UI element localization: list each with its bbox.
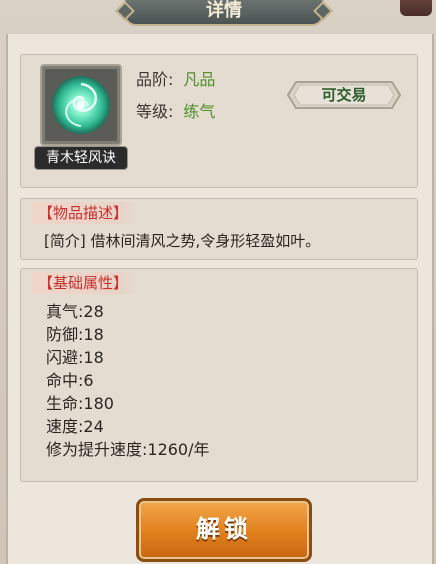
item-name: 青木轻风诀 (34, 146, 128, 170)
attributes-header: 【基础属性】 (32, 272, 140, 294)
attribute-row: 防御:18 (46, 325, 104, 344)
level-label: 等级: (136, 102, 174, 121)
level-value: 练气 (183, 102, 216, 121)
attribute-row: 修为提升速度:1260/年 (46, 440, 210, 459)
tradable-label: 可交易 (321, 86, 367, 104)
attribute-row: 真气:28 (46, 302, 104, 321)
grade-label: 品阶: (136, 70, 174, 89)
level-row: 等级: 练气 (136, 98, 215, 122)
close-button[interactable] (400, 0, 432, 16)
attribute-row: 命中:6 (46, 371, 94, 390)
grade-row: 品阶: 凡品 (136, 66, 215, 90)
description-header: 【物品描述】 (32, 202, 140, 224)
tradable-badge: 可交易 (286, 80, 402, 110)
unlock-button[interactable]: 解锁 (136, 498, 312, 562)
description-text: [简介] 借林间清风之势,令身形轻盈如叶。 (44, 232, 321, 250)
window-title: 详情 (124, 0, 324, 26)
attribute-row: 闪避:18 (46, 348, 104, 367)
attribute-list: 真气:28 防御:18 闪避:18 命中:6 生命:180 速度:24 修为提升… (46, 300, 210, 461)
item-icon-frame[interactable] (40, 64, 122, 146)
attribute-row: 生命:180 (46, 394, 114, 413)
green-wind-orb-icon (52, 76, 110, 134)
grade-value: 凡品 (183, 70, 216, 89)
attribute-row: 速度:24 (46, 417, 104, 436)
